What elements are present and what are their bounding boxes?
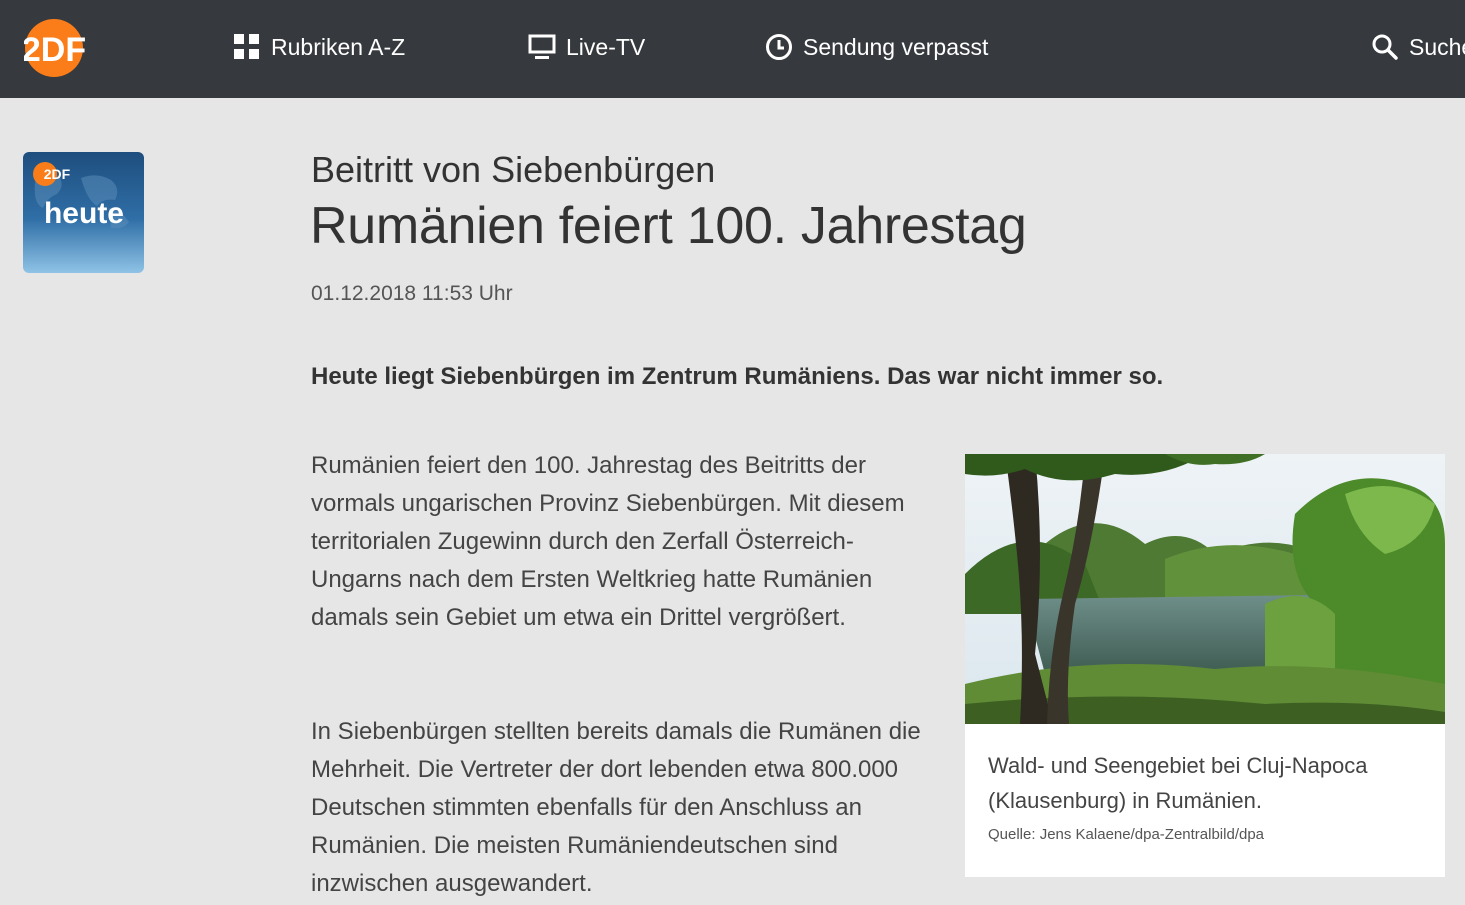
article-headline: Rumänien feiert 100. Jahrestag <box>310 197 1027 255</box>
figure-credit: Quelle: Jens Kalaene/dpa-Zentralbild/dpa <box>988 826 1265 843</box>
article-paragraph-2: In Siebenbürgen stellten bereits damals … <box>311 718 921 897</box>
nav-verpasst-label: Sendung verpasst <box>803 33 989 60</box>
article-paragraph-1: Rumänien feiert den 100. Jahrestag des B… <box>311 452 905 631</box>
article-date: 01.12.2018 11:53 Uhr <box>311 282 513 305</box>
lake-forest-photo[interactable] <box>965 454 1445 724</box>
article-figure: Wald- und Seengebiet bei Cluj-Napoca (Kl… <box>965 454 1445 877</box>
heute-logo-text: heute <box>44 197 124 230</box>
nav-search[interactable]: Suche <box>1371 30 1465 64</box>
grid-icon <box>234 34 259 59</box>
zdf-logo-text: 2DF <box>24 31 86 69</box>
tv-icon <box>528 34 556 59</box>
nav-live-tv[interactable]: Live-TV <box>528 30 645 64</box>
article-kicker: Beitritt von Siebenbürgen <box>311 149 716 190</box>
nav-rubriken-a-z[interactable]: Rubriken A-Z <box>233 30 405 64</box>
nav-live-label: Live-TV <box>566 33 646 60</box>
nav-rubriken-label: Rubriken A-Z <box>271 33 406 60</box>
figure-caption: Wald- und Seengebiet bei Cluj-Napoca (Kl… <box>988 753 1368 813</box>
article-lead: Heute liegt Siebenbürgen im Zentrum Rumä… <box>311 363 1164 390</box>
search-icon <box>1372 34 1398 60</box>
clock-icon <box>766 34 792 60</box>
nav-sendung-verpasst[interactable]: Sendung verpasst <box>765 30 988 64</box>
nav-search-label: Suche <box>1409 33 1465 60</box>
heute-logo[interactable]: 2DF heute <box>23 152 144 273</box>
top-navigation: 2DF Rubriken A-Z Live-TV Sendung verpass… <box>0 0 1465 98</box>
zdf-logo[interactable]: 2DF <box>24 18 124 78</box>
heute-logo-zdf-text: 2DF <box>44 166 71 182</box>
